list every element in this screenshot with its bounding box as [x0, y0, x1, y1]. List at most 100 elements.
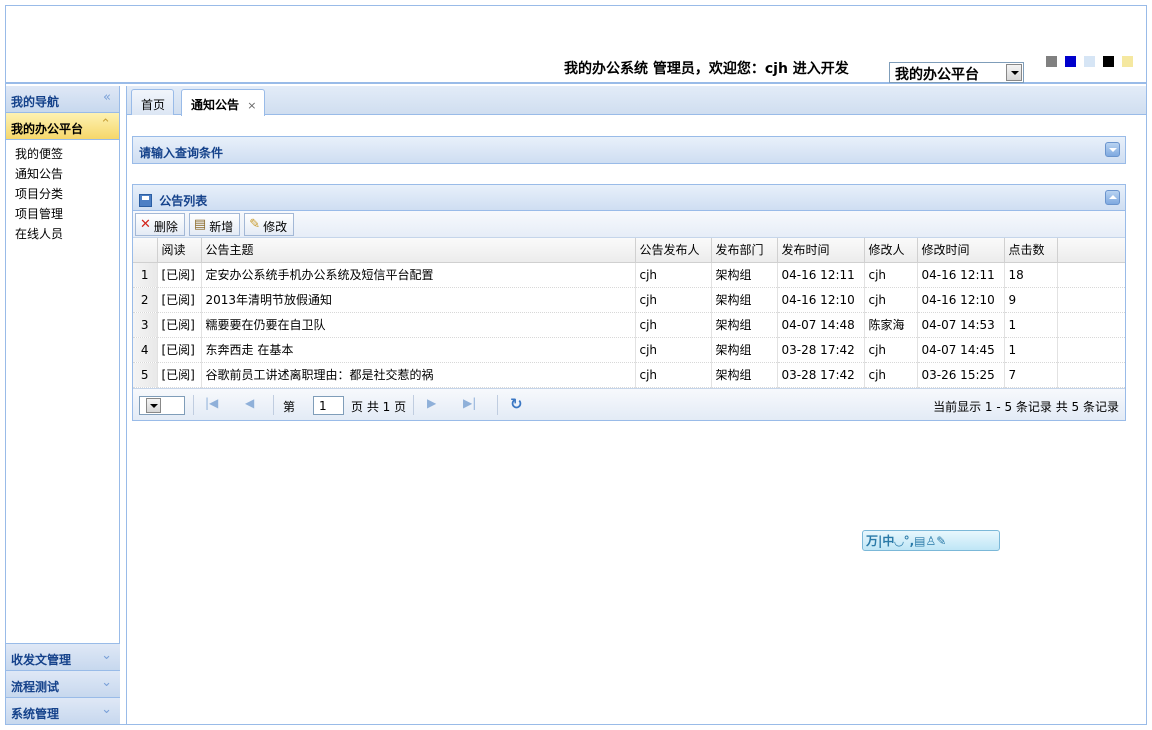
sidebar-item-project-management[interactable]: 项目管理	[15, 204, 119, 224]
refresh-icon[interactable]: ↻	[510, 395, 523, 413]
sidebar-item-notices[interactable]: 通知公告	[15, 164, 119, 184]
red-x-icon: ✕	[140, 217, 151, 232]
tab-home[interactable]: 首页	[131, 89, 175, 115]
close-icon[interactable]: ×	[247, 99, 256, 112]
query-panel-title: 请输入查询条件	[139, 146, 224, 160]
page-total-label: 页 共 1 页	[351, 399, 407, 414]
column-header[interactable]: 公告主题	[201, 238, 636, 263]
theme-swatch-yellow[interactable]	[1122, 56, 1133, 67]
theme-swatch-lightblue[interactable]	[1084, 56, 1095, 67]
column-header[interactable]: 修改人	[864, 238, 918, 263]
sidebar-bottom-groups: 收发文管理 ⌄ 流程测试 ⌄ 系统管理 ⌄	[6, 643, 120, 724]
sidebar-group-label: 收发文管理	[11, 653, 72, 667]
clicks-cell: 18	[1004, 262, 1058, 288]
tab-notices[interactable]: 通知公告 ×	[181, 89, 266, 116]
row-number: 4	[133, 337, 158, 363]
read-cell: [已阅]	[157, 262, 202, 288]
first-page-icon[interactable]: |◀	[205, 396, 218, 410]
sidebar-group-label: 我的办公平台	[11, 122, 84, 136]
pager-separator	[413, 394, 414, 415]
filler-cell	[1057, 262, 1125, 288]
table-row[interactable]: 2 [已阅] 2013年清明节放假通知 cjh 架构组 04-16 12:10 …	[133, 287, 1125, 313]
theme-swatch-blue[interactable]	[1065, 56, 1076, 67]
mod-time-cell: 04-16 12:10	[917, 287, 1005, 313]
subject-cell[interactable]: 东奔西走 在基本	[201, 337, 636, 363]
delete-button[interactable]: ✕ 删除	[135, 213, 185, 236]
theme-swatch-gray[interactable]	[1046, 56, 1057, 67]
record-count-info: 当前显示 1 - 5 条记录 共 5 条记录	[933, 399, 1119, 414]
query-panel: 请输入查询条件	[132, 136, 1126, 164]
sidebar-group-system[interactable]: 系统管理 ⌄	[6, 697, 120, 724]
column-header[interactable]: 公告发布人	[635, 238, 712, 263]
filler-header	[1057, 238, 1125, 263]
read-cell: [已阅]	[157, 312, 202, 338]
dept-cell: 架构组	[711, 262, 778, 288]
double-chevron-up-icon[interactable]: ⌃	[100, 117, 111, 132]
last-page-icon[interactable]: ▶|	[463, 396, 476, 410]
column-header[interactable]: 点击数	[1004, 238, 1058, 263]
table-row[interactable]: 5 [已阅] 谷歌前员工讲述离职理由：都是社交惹的祸 cjh 架构组 03-28…	[133, 362, 1125, 388]
sidebar-group-label: 流程测试	[11, 680, 60, 694]
collapse-icon[interactable]	[1105, 190, 1120, 205]
edit-button-label: 修改	[263, 220, 288, 234]
column-header[interactable]: 修改时间	[917, 238, 1005, 263]
previous-page-icon[interactable]: ◀	[245, 396, 254, 410]
main-content: 首页 通知公告 × 请输入查询条件 公告列表 ✕ 删除 ▤ 新增 ✎ 修改 阅读…	[126, 86, 1146, 724]
sidebar-title: 我的导航 «	[6, 86, 119, 113]
sidebar-item-online-users[interactable]: 在线人员	[15, 224, 119, 244]
sidebar-item-list: 我的便签 通知公告 项目分类 项目管理 在线人员	[6, 140, 119, 244]
subject-cell[interactable]: 糯要要在仍要在自卫队	[201, 312, 636, 338]
double-chevron-down-icon: ⌄	[101, 675, 112, 690]
table-row[interactable]: 3 [已阅] 糯要要在仍要在自卫队 cjh 架构组 04-07 14:48 陈家…	[133, 312, 1125, 338]
next-page-icon[interactable]: ▶	[427, 396, 436, 410]
grid-pager: 20 |◀ ◀ 第 1 页 共 1 页 ▶ ▶| ↻ 当前显示 1 - 5 条记…	[133, 387, 1125, 420]
publisher-cell: cjh	[635, 287, 712, 313]
double-chevron-left-icon[interactable]: «	[103, 90, 111, 105]
clicks-cell: 7	[1004, 362, 1058, 388]
subject-cell[interactable]: 谷歌前员工讲述离职理由：都是社交惹的祸	[201, 362, 636, 388]
floppy-disk-icon	[139, 194, 152, 207]
sidebar-group-office[interactable]: 我的办公平台 ⌃	[6, 113, 119, 140]
subject-cell[interactable]: 定安办公系统手机办公系统及短信平台配置	[201, 262, 636, 288]
sidebar-item-project-category[interactable]: 项目分类	[15, 184, 119, 204]
subject-cell[interactable]: 2013年清明节放假通知	[201, 287, 636, 313]
publisher-cell: cjh	[635, 312, 712, 338]
row-number: 2	[133, 287, 158, 313]
expand-icon[interactable]	[1105, 142, 1120, 157]
clicks-cell: 9	[1004, 287, 1058, 313]
dept-cell: 架构组	[711, 337, 778, 363]
column-header[interactable]: 发布部门	[711, 238, 778, 263]
column-header[interactable]: 阅读	[157, 238, 202, 263]
tab-label: 首页	[141, 98, 166, 112]
double-chevron-down-icon: ⌄	[101, 648, 112, 663]
sidebar: 我的导航 « 我的办公平台 ⌃ 我的便签 通知公告 项目分类 项目管理 在线人员…	[6, 86, 120, 724]
pager-separator	[273, 394, 274, 415]
sidebar-group-workflow[interactable]: 流程测试 ⌄	[6, 670, 120, 697]
sidebar-group-documents[interactable]: 收发文管理 ⌄	[6, 643, 120, 670]
dept-cell: 架构组	[711, 312, 778, 338]
table-row[interactable]: 1 [已阅] 定安办公系统手机办公系统及短信平台配置 cjh 架构组 04-16…	[133, 262, 1125, 288]
add-document-icon: ▤	[193, 217, 207, 232]
chevron-down-icon[interactable]	[1006, 64, 1022, 81]
edit-button[interactable]: ✎ 修改	[244, 213, 295, 236]
chevron-down-icon[interactable]	[146, 397, 161, 413]
sidebar-item-notes[interactable]: 我的便签	[15, 144, 119, 164]
platform-select[interactable]: 我的办公平台	[889, 62, 1024, 83]
query-panel-header[interactable]: 请输入查询条件	[133, 137, 1125, 163]
add-button[interactable]: ▤ 新增	[188, 213, 241, 236]
dept-cell: 架构组	[711, 362, 778, 388]
page-size-select[interactable]: 20	[139, 395, 185, 415]
table-row[interactable]: 4 [已阅] 东奔西走 在基本 cjh 架构组 03-28 17:42 cjh …	[133, 337, 1125, 363]
rownumber-header	[133, 238, 158, 263]
pub-time-cell: 03-28 17:42	[777, 337, 865, 363]
dept-cell: 架构组	[711, 287, 778, 313]
theme-swatch-black[interactable]	[1103, 56, 1114, 67]
column-header[interactable]: 发布时间	[777, 238, 865, 263]
filler-cell	[1057, 362, 1125, 388]
mod-time-cell: 04-07 14:53	[917, 312, 1005, 338]
page-number-input[interactable]: 1	[313, 395, 344, 415]
row-number: 1	[133, 262, 158, 288]
sidebar-group-label: 系统管理	[11, 707, 60, 721]
ime-toolbar[interactable]: 万|中◡°,▤♙✎	[862, 530, 1000, 551]
modifier-cell: 陈家海	[864, 312, 918, 338]
